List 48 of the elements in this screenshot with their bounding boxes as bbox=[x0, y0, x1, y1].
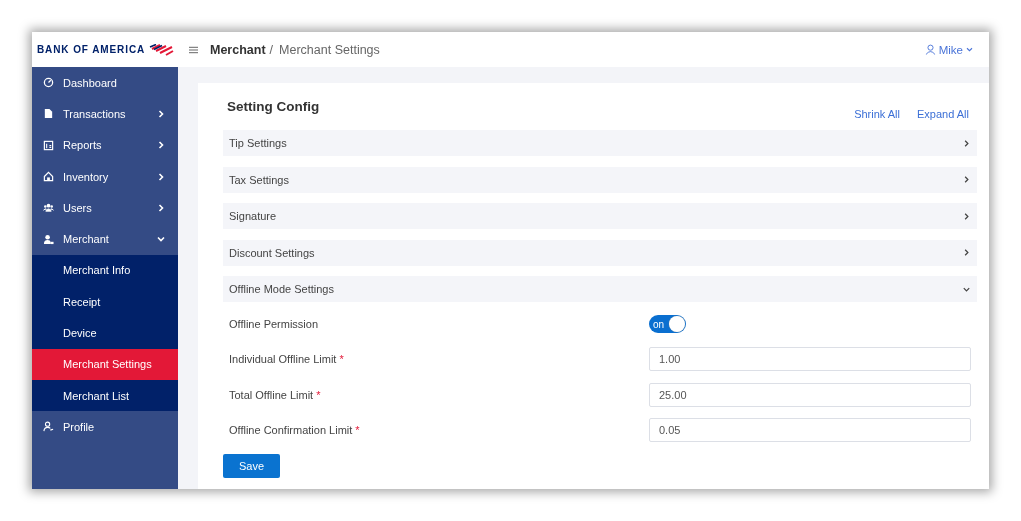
sidebar-item[interactable]: Transactions bbox=[32, 98, 178, 130]
breadcrumb-item[interactable]: Merchant bbox=[210, 42, 266, 57]
person-icon bbox=[43, 421, 54, 433]
accordion-header[interactable]: Discount Settings bbox=[223, 239, 977, 266]
input-field[interactable]: 0.05 bbox=[649, 418, 971, 443]
document-icon bbox=[43, 108, 54, 120]
submenu-item[interactable]: Receipt bbox=[32, 286, 178, 318]
sidebar-item[interactable]: Inventory bbox=[32, 160, 178, 193]
accordion-header[interactable]: Offline Mode Settings bbox=[223, 276, 977, 302]
field-label: Total Offline Limit bbox=[229, 388, 314, 401]
field-label: Offline Permission bbox=[229, 318, 319, 331]
required-mark: * bbox=[339, 353, 344, 366]
save-button[interactable]: Save bbox=[223, 453, 280, 478]
calendar-icon bbox=[43, 139, 54, 151]
submenu-item[interactable]: Merchant List bbox=[32, 379, 178, 412]
people-icon bbox=[43, 202, 54, 214]
field-label: Individual Offline Limit bbox=[229, 353, 337, 366]
sidebar-item[interactable]: Users bbox=[32, 192, 178, 224]
sidebar-item[interactable]: Reports bbox=[32, 129, 178, 161]
menu-icon[interactable] bbox=[189, 45, 198, 54]
action-link[interactable]: Expand All bbox=[917, 108, 969, 120]
person-icon bbox=[43, 233, 54, 245]
user-menu[interactable]: Mike bbox=[924, 43, 973, 56]
accordion-header[interactable]: Signature bbox=[223, 203, 977, 229]
accordion-header[interactable]: Tax Settings bbox=[223, 166, 977, 193]
submenu-item[interactable]: Device bbox=[32, 317, 178, 349]
accordion-header[interactable]: Tip Settings bbox=[223, 130, 977, 156]
required-mark: * bbox=[355, 424, 360, 437]
house-icon bbox=[43, 171, 54, 183]
submenu-item[interactable]: Merchant Settings bbox=[32, 348, 178, 380]
sidebar-item[interactable]: Merchant bbox=[32, 223, 178, 255]
sidebar-item[interactable]: Profile bbox=[32, 411, 178, 443]
brand-name: BANK OF AMERICA bbox=[37, 44, 146, 55]
action-link[interactable]: Shrink All bbox=[854, 108, 900, 120]
flag-logo-icon bbox=[148, 43, 175, 56]
toggle-switch[interactable]: on bbox=[649, 315, 686, 334]
sidebar-item[interactable]: Dashboard bbox=[32, 67, 178, 99]
field-label: Offline Confirmation Limit bbox=[229, 424, 353, 437]
required-mark: * bbox=[316, 388, 321, 401]
user-icon bbox=[924, 44, 936, 55]
caret-icon bbox=[966, 47, 973, 52]
submenu-item[interactable]: Merchant Info bbox=[32, 254, 178, 287]
input-field[interactable]: 1.00 bbox=[649, 347, 971, 372]
breadcrumb-separator: / bbox=[269, 42, 274, 57]
input-field[interactable]: 25.00 bbox=[649, 382, 971, 407]
page-title: Setting Config bbox=[227, 99, 320, 114]
gauge-icon bbox=[43, 77, 54, 89]
breadcrumb-item: Merchant Settings bbox=[279, 42, 380, 57]
